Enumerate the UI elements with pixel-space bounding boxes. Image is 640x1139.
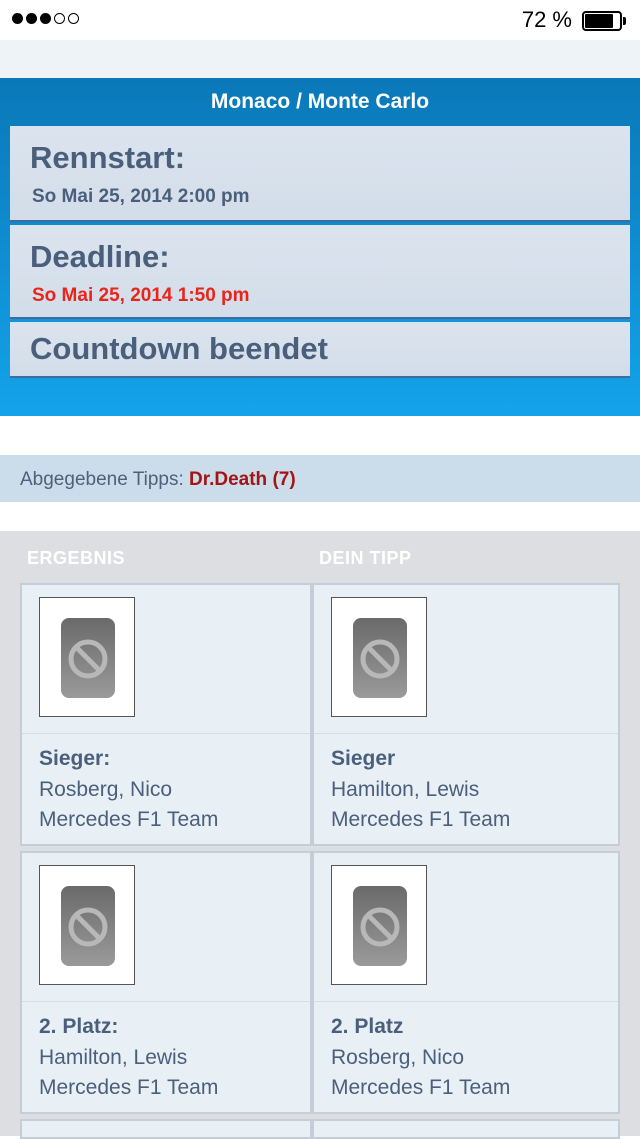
countdown-text: Countdown beendet <box>30 331 328 366</box>
battery-percent: 72 % <box>521 7 572 32</box>
driver-name: Hamilton, Lewis <box>39 1046 188 1069</box>
race-info-card: Monaco / Monte Carlo Rennstart: So Mai 2… <box>0 78 640 416</box>
race-start-value: So Mai 25, 2014 2:00 pm <box>32 186 250 207</box>
team-name: Mercedes F1 Team <box>331 1076 511 1099</box>
tip-cell-winner: Sieger Hamilton, Lewis Mercedes F1 Team <box>312 583 620 846</box>
driver-photo <box>331 597 427 717</box>
driver-name: Hamilton, Lewis <box>331 778 480 801</box>
submitted-tips-bar[interactable]: Abgegebene Tipps: Dr.Death (7) <box>0 455 640 502</box>
race-title: Monaco / Monte Carlo <box>210 90 430 113</box>
position-label: Sieger <box>331 747 396 770</box>
team-name: Mercedes F1 Team <box>331 808 511 831</box>
submitted-tips-user[interactable]: Dr.Death (7) <box>189 469 296 490</box>
result-cell-winner: Sieger: Rosberg, Nico Mercedes F1 Team <box>20 583 312 846</box>
driver-photo <box>331 865 427 985</box>
tip-cell-third <box>312 1119 620 1139</box>
nav-strip <box>0 40 640 78</box>
no-image-placeholder-icon <box>360 639 400 679</box>
no-image-placeholder-icon <box>360 907 400 947</box>
result-cell-third <box>20 1119 312 1139</box>
race-start-label: Rennstart: <box>30 140 186 175</box>
team-name: Mercedes F1 Team <box>39 1076 219 1099</box>
position-label: Sieger: <box>39 747 111 770</box>
results-comparison: ERGEBNIS DEIN TIPP Sieger: Rosberg, Nico… <box>0 531 640 1139</box>
status-bar: 72 % <box>0 0 640 40</box>
position-label: 2. Platz <box>331 1015 404 1038</box>
battery-icon <box>582 11 626 31</box>
team-name: Mercedes F1 Team <box>39 808 219 831</box>
signal-strength-icon <box>12 13 79 24</box>
column-header-result: ERGEBNIS <box>27 548 126 568</box>
driver-name: Rosberg, Nico <box>331 1046 465 1069</box>
driver-name: Rosberg, Nico <box>39 778 173 801</box>
countdown-row: Countdown beendet <box>10 322 630 378</box>
submitted-tips-label: Abgegebene Tipps: <box>20 469 184 490</box>
no-image-placeholder-icon <box>68 907 108 947</box>
result-cell-second: 2. Platz: Hamilton, Lewis Mercedes F1 Te… <box>20 851 312 1114</box>
position-label: 2. Platz: <box>39 1015 119 1038</box>
driver-photo <box>39 597 135 717</box>
no-image-placeholder-icon <box>68 639 108 679</box>
column-header-tip: DEIN TIPP <box>319 548 412 568</box>
deadline-value: So Mai 25, 2014 1:50 pm <box>32 285 250 306</box>
driver-photo <box>39 865 135 985</box>
deadline-row: Deadline: So Mai 25, 2014 1:50 pm <box>10 225 630 319</box>
race-start-row: Rennstart: So Mai 25, 2014 2:00 pm <box>10 126 630 222</box>
tip-cell-second: 2. Platz Rosberg, Nico Mercedes F1 Team <box>312 851 620 1114</box>
deadline-label: Deadline: <box>30 239 170 274</box>
